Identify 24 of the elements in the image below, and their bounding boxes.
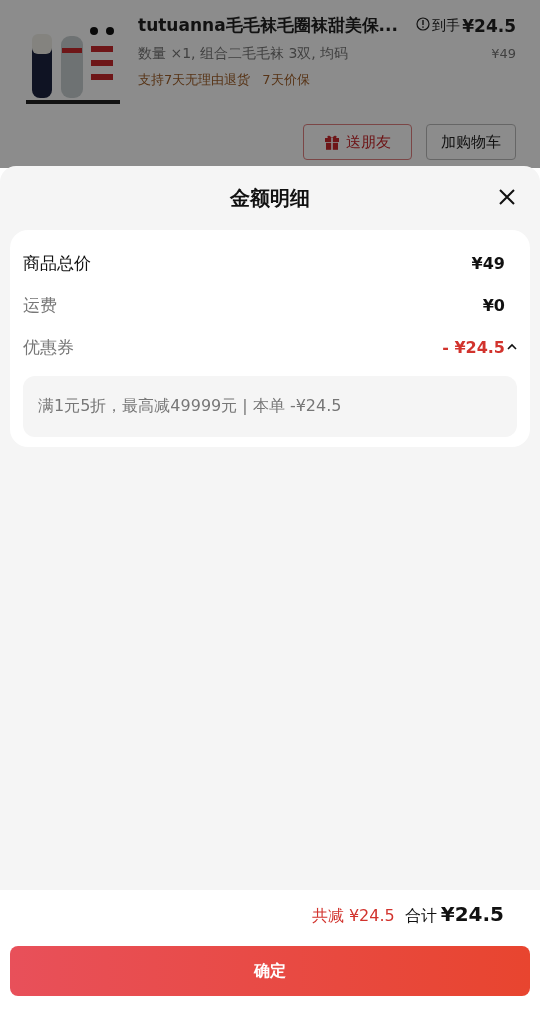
service-tag: 7天价保 [262,71,310,89]
add-to-cart-button[interactable]: 加购物车 [426,124,516,160]
final-price: ¥24.5 [462,15,516,36]
row-value: ¥49 [471,253,506,273]
product-spec: 数量 ×1, 组合二毛毛袜 3双, 均码 [138,45,349,63]
discount-value: - ¥24.5 [442,337,505,357]
service-tag: 支持7天无理由退货 [138,71,251,89]
price-label: 到手 [432,16,461,35]
gift-button[interactable]: 送朋友 [303,124,412,160]
caret-icon[interactable] [507,343,517,351]
confirm-button[interactable]: 确定 [10,946,530,996]
close-icon[interactable] [498,188,516,206]
row-label: 运费 [23,293,57,317]
sheet-title: 金额明细 [230,184,310,212]
product-title: tutuanna毛毛袜毛圈袜甜美保... [138,14,398,37]
row-value: ¥0 [482,295,506,315]
row-label: 优惠券 [23,335,74,359]
total-amount: ¥24.5 [440,902,504,926]
coupon-detail: 满1元5折，最高减49999元 | 本单 -¥24.5 [23,376,517,437]
original-price: ¥49 [491,46,516,61]
row-label: 商品总价 [23,251,91,275]
total-label: 合计 [404,906,437,927]
saved-amount: 共减 ¥24.5 [311,906,395,927]
gift-icon [324,134,340,150]
